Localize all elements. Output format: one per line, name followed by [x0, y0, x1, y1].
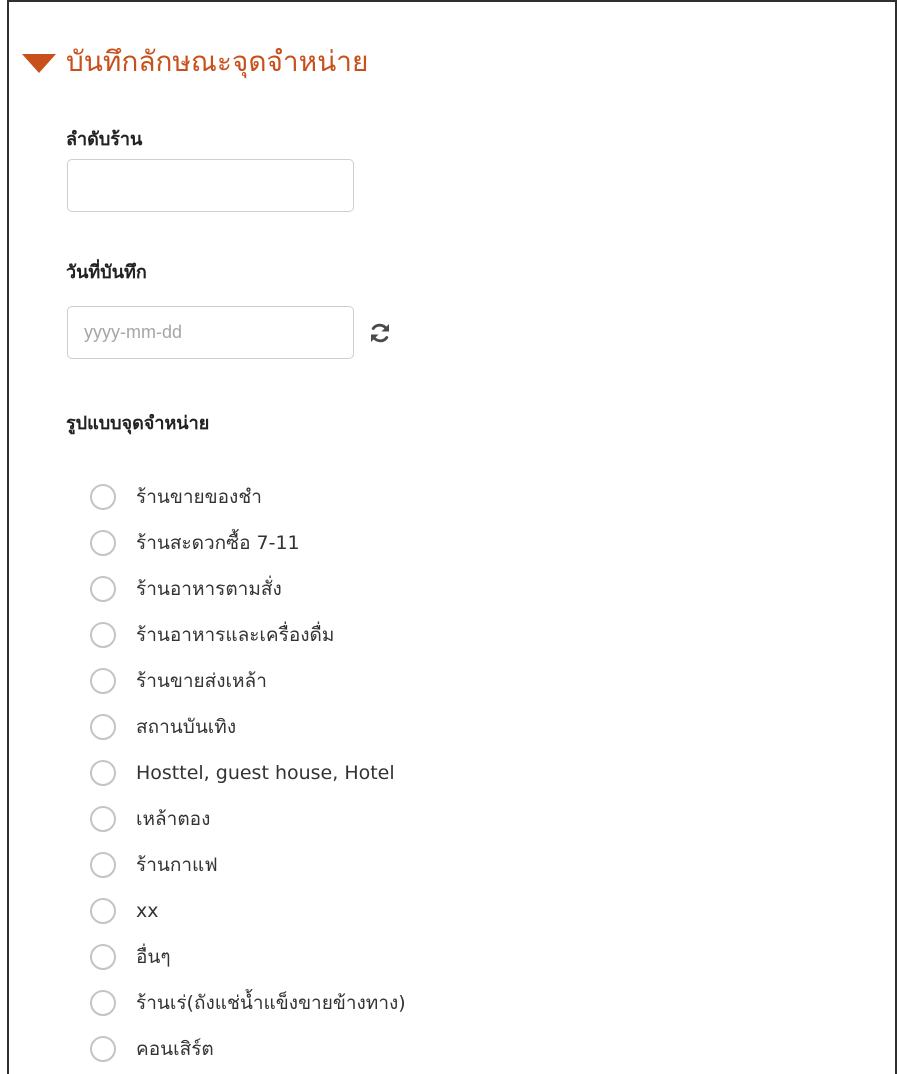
radio-option-label: ร้านขายส่งเหล้า: [136, 670, 267, 692]
radio-option[interactable]: ร้านขายของชำ: [90, 474, 406, 520]
radio-option-label: ร้านเร่(ถังแช่น้ำแข็งขายข้างทาง): [136, 992, 406, 1014]
radio-option-label: ร้านขายของชำ: [136, 486, 262, 508]
radio-option-label: เหล้าตอง: [136, 808, 211, 830]
radio-empty-icon[interactable]: [90, 852, 116, 878]
radio-option[interactable]: สถานบันเทิง: [90, 704, 406, 750]
radio-option[interactable]: ร้านอาหารและเครื่องดื่ม: [90, 612, 406, 658]
radio-option-label: คอนเสิร์ต: [136, 1038, 214, 1060]
radio-empty-icon[interactable]: [90, 576, 116, 602]
radio-empty-icon[interactable]: [90, 530, 116, 556]
refresh-icon[interactable]: [368, 321, 392, 345]
radio-option[interactable]: xx: [90, 888, 406, 934]
radio-option[interactable]: อื่นๆ: [90, 934, 406, 980]
radio-empty-icon[interactable]: [90, 990, 116, 1016]
radio-option-label: อื่นๆ: [136, 946, 171, 968]
radio-option-label: xx: [136, 900, 159, 922]
record-date-input[interactable]: [67, 306, 354, 359]
store-order-label: ลำดับร้าน: [66, 129, 143, 150]
radio-option[interactable]: คอนเสิร์ต: [90, 1026, 406, 1072]
radio-option-label: ร้านกาแฟ: [136, 854, 218, 876]
outlet-type-label: รูปแบบจุดจำหน่าย: [66, 413, 210, 434]
radio-empty-icon[interactable]: [90, 806, 116, 832]
store-order-input[interactable]: [67, 159, 354, 212]
radio-option[interactable]: ร้านกาแฟ: [90, 842, 406, 888]
radio-empty-icon[interactable]: [90, 622, 116, 648]
radio-option-label: สถานบันเทิง: [136, 716, 237, 738]
radio-empty-icon[interactable]: [90, 760, 116, 786]
radio-option-label: ร้านอาหารและเครื่องดื่ม: [136, 624, 335, 646]
radio-empty-icon[interactable]: [90, 898, 116, 924]
radio-option[interactable]: ร้านเร่(ถังแช่น้ำแข็งขายข้างทาง): [90, 980, 406, 1026]
radio-empty-icon[interactable]: [90, 484, 116, 510]
radio-option[interactable]: ร้านสะดวกซื้อ 7-11: [90, 520, 406, 566]
caret-down-icon[interactable]: [22, 53, 56, 73]
radio-option-label: ร้านอาหารตามสั่ง: [136, 578, 282, 600]
radio-empty-icon[interactable]: [90, 944, 116, 970]
radio-option[interactable]: ร้านอาหารตามสั่ง: [90, 566, 406, 612]
radio-empty-icon[interactable]: [90, 1036, 116, 1062]
radio-option-label: Hosttel, guest house, Hotel: [136, 762, 395, 784]
radio-empty-icon[interactable]: [90, 668, 116, 694]
record-date-label: วันที่บันทึก: [66, 262, 147, 283]
section-title: บันทึกลักษณะจุดจำหน่าย: [66, 45, 369, 78]
outlet-type-radio-group: ร้านขายของชำร้านสะดวกซื้อ 7-11 ร้านอาหารต…: [90, 474, 406, 1072]
radio-option[interactable]: เหล้าตอง: [90, 796, 406, 842]
section-header[interactable]: บันทึกลักษณะจุดจำหน่าย: [22, 44, 368, 80]
radio-empty-icon[interactable]: [90, 714, 116, 740]
radio-option[interactable]: ร้านขายส่งเหล้า: [90, 658, 406, 704]
radio-option-label: ร้านสะดวกซื้อ 7-11: [136, 532, 300, 554]
radio-option[interactable]: Hosttel, guest house, Hotel: [90, 750, 406, 796]
